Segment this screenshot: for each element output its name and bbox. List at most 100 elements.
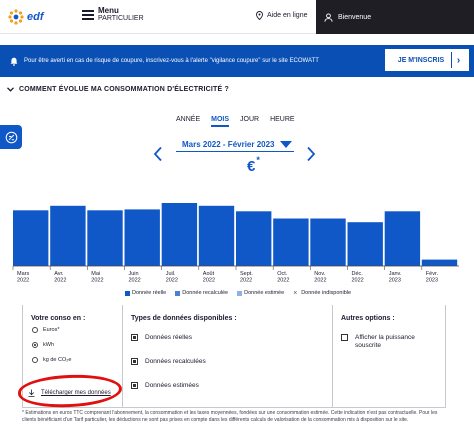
next-period-arrow-icon[interactable] (306, 146, 316, 162)
legend-swatch-recalculated (175, 290, 181, 296)
period-range-label: Mars 2022 - Février 2023 (182, 140, 275, 149)
x-tick-label: Juil. (166, 271, 176, 277)
legend-label-estimated: Donnée estimée (244, 290, 285, 296)
footnote: * Estimations en euros TTC comprenant l'… (22, 410, 438, 423)
tab-mois[interactable]: MOIS (211, 116, 230, 127)
period-range-select[interactable]: Mars 2022 - Février 2023 (176, 138, 294, 152)
hamburger-icon (82, 10, 94, 20)
checkbox-label-power: Afficher la puissance souscrite (355, 334, 415, 349)
conso-title: Votre conso en : (31, 315, 86, 322)
tab-heure[interactable]: HEURE (270, 116, 295, 127)
checkbox-box (131, 334, 138, 341)
section-title: COMMENT ÉVOLUE MA CONSOMMATION D'ÉLECTRI… (19, 86, 229, 93)
x-tick-label: 2022 (314, 278, 326, 284)
chart-bar[interactable] (161, 203, 198, 266)
x-tick-label: Mars (17, 271, 29, 277)
x-tick-label: 2022 (91, 278, 103, 284)
register-button-label: JE M'INSCRIS (397, 56, 445, 64)
radio-dot (32, 357, 38, 363)
radio-label-kwh: kWh (43, 342, 54, 348)
x-tick-label: Févr. (426, 271, 439, 277)
x-tick-label: 2022 (352, 278, 364, 284)
account-button[interactable]: Bienvenue (316, 0, 474, 34)
dropdown-triangle-icon (280, 141, 292, 148)
chart-bar[interactable] (347, 222, 383, 266)
checkbox-estimated[interactable]: Données estimées (131, 382, 199, 390)
checkbox-real[interactable]: Données réelles (131, 334, 192, 342)
radio-dot (32, 327, 38, 333)
x-tick-label: Nov. (314, 271, 325, 277)
chevron-right-icon: › (451, 52, 465, 68)
legend-swatch-real (125, 290, 130, 296)
register-button[interactable]: JE M'INSCRIS › (385, 49, 469, 71)
ecowatt-alert-banner: Pour être averti en cas de risque de cou… (0, 45, 474, 77)
logo-text: edf (27, 11, 44, 23)
period-tabs: ANNÉE MOIS JOUR HEURE (176, 116, 295, 127)
menu-label: Menu (98, 6, 119, 15)
other-options: Autres options : Afficher la puissance s… (333, 305, 447, 408)
alert-text: Pour être averti en cas de risque de cou… (24, 58, 319, 64)
chart-bar[interactable] (50, 205, 86, 266)
compare-icon (5, 131, 17, 143)
x-tick-label: 2022 (240, 278, 252, 284)
radio-co2[interactable]: kg de CO₂e (32, 357, 71, 363)
x-tick-label: 2022 (203, 278, 215, 284)
radio-kwh[interactable]: kWh (32, 342, 54, 348)
radio-label-euros: Euros* (43, 327, 60, 333)
checkbox-label-real: Données réelles (145, 334, 192, 341)
chart-legend: Donnée réelle Donnée recalculée Donnée e… (125, 289, 352, 297)
chevron-down-icon (7, 87, 14, 92)
x-tick-label: Juin (129, 271, 139, 277)
previous-period-arrow-icon[interactable] (153, 146, 163, 162)
legend-item-real: Donnée réelle (125, 290, 166, 296)
site-header: edf Menu PARTICULIER Aide en ligne Bienv… (0, 0, 474, 34)
tab-jour[interactable]: JOUR (240, 116, 259, 127)
x-tick-label: 2022 (166, 278, 178, 284)
options-title: Autres options : (341, 315, 395, 322)
checkbox-recalculated[interactable]: Données recalculées (131, 358, 206, 366)
x-tick-label: 2022 (129, 278, 141, 284)
chart-bar[interactable] (310, 218, 346, 267)
x-tick-label: 2023 (389, 278, 401, 284)
x-tick-label: Déc. (352, 271, 364, 277)
x-tick-label: 2022 (54, 278, 66, 284)
chart-bar[interactable] (124, 209, 160, 266)
tab-annee[interactable]: ANNÉE (176, 116, 200, 127)
x-tick-label: Août (203, 271, 215, 277)
edf-logo[interactable]: edf (6, 7, 44, 27)
legend-label-real: Donnée réelle (132, 290, 167, 296)
help-link[interactable]: Aide en ligne (256, 11, 307, 20)
unit-footnote-mark: * (256, 155, 260, 165)
location-pin-icon (256, 11, 263, 20)
legend-label-unavailable: Donnée indisponible (301, 290, 352, 296)
types-title: Types de données disponibles : (131, 315, 237, 322)
chart-bar[interactable] (421, 259, 458, 266)
x-tick-label: 2022 (277, 278, 289, 284)
menu-button[interactable]: Menu PARTICULIER (82, 7, 144, 23)
cross-icon: × (293, 289, 298, 297)
checkbox-show-power[interactable]: Afficher la puissance souscrite (341, 334, 441, 350)
radio-euros[interactable]: Euros* (32, 327, 60, 333)
x-tick-label: Sept. (240, 271, 253, 277)
chart-bar[interactable] (198, 205, 235, 266)
legend-swatch-estimated (237, 290, 243, 296)
section-heading[interactable]: COMMENT ÉVOLUE MA CONSOMMATION D'ÉLECTRI… (7, 86, 229, 93)
bell-icon (10, 57, 18, 66)
legend-item-unavailable: × Donnée indisponible (293, 289, 352, 297)
welcome-label: Bienvenue (338, 13, 372, 21)
x-tick-label: Mai (91, 271, 100, 277)
chart-bar[interactable] (384, 211, 421, 267)
chart-bar[interactable] (87, 210, 123, 266)
x-tick-label: Janv. (389, 271, 402, 277)
chart-bar[interactable] (13, 210, 49, 266)
checkbox-box (341, 334, 348, 341)
radio-dot-selected (32, 342, 38, 348)
side-tool-tab[interactable] (0, 125, 22, 149)
x-tick-label: Avr. (54, 271, 64, 277)
chart-bar[interactable] (273, 218, 309, 267)
chart-bar[interactable] (236, 211, 272, 267)
data-types: Types de données disponibles : Données r… (123, 305, 333, 408)
legend-item-estimated: Donnée estimée (237, 290, 284, 296)
legend-item-recalculated: Donnée recalculée (175, 290, 228, 296)
menu-sub-label: PARTICULIER (98, 15, 144, 22)
